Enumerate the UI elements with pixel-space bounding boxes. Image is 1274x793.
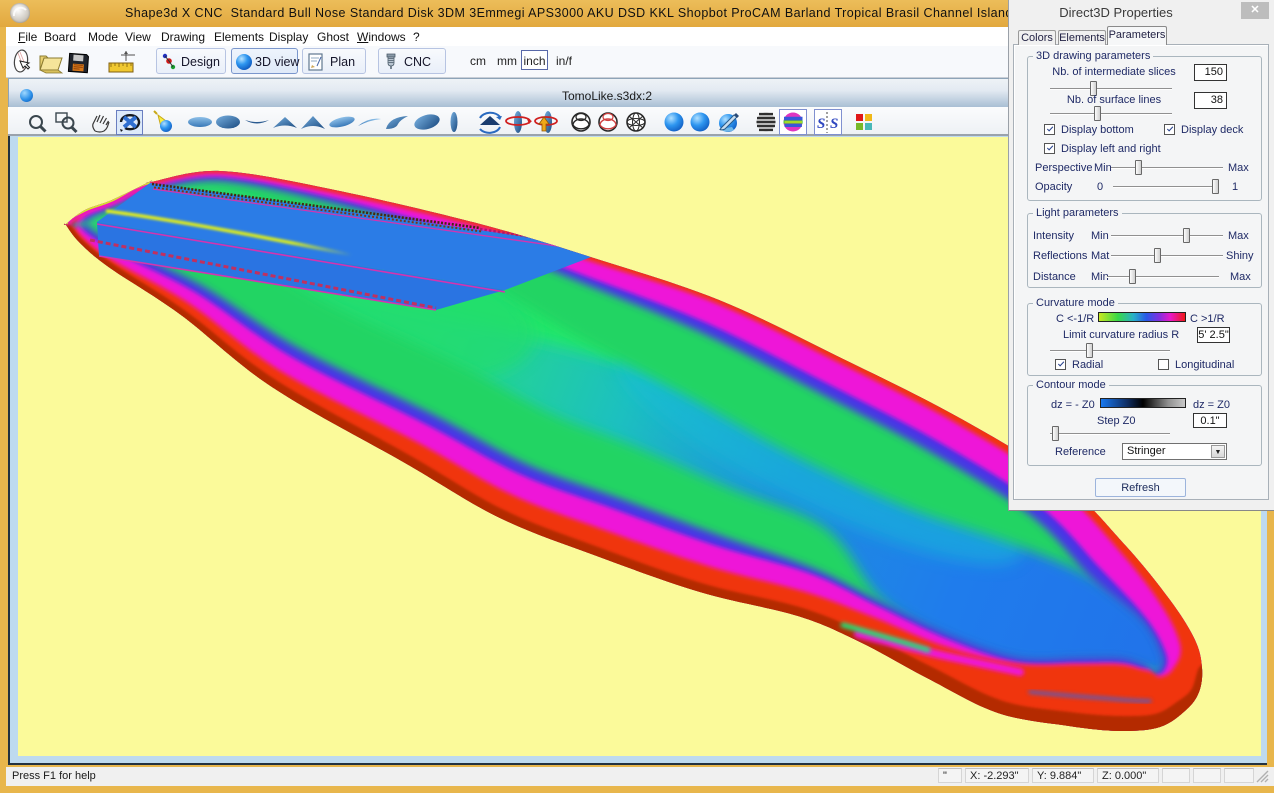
svg-text:S: S — [830, 116, 838, 132]
svg-text:S: S — [817, 116, 825, 132]
